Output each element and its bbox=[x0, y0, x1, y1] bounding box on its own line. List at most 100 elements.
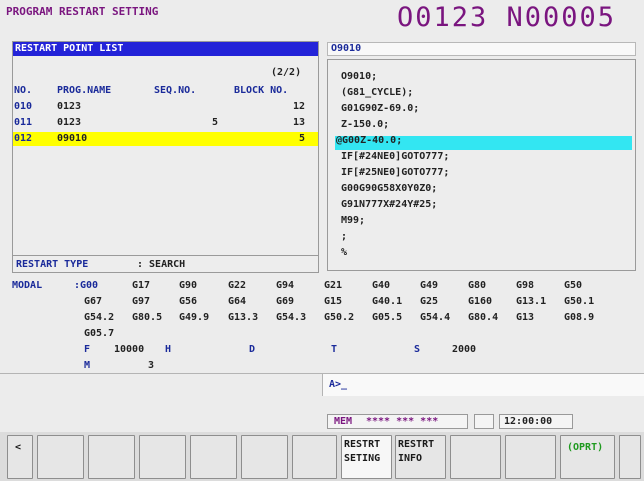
modal-code: G80.4 bbox=[468, 312, 499, 323]
restart-info-softkey[interactable]: RESTRT INFO bbox=[395, 435, 446, 479]
restart-point-list-header: RESTART POINT LIST bbox=[13, 42, 318, 56]
clock: 12:00:00 bbox=[504, 416, 553, 427]
modal-code: G49.9 bbox=[179, 312, 210, 323]
s-label: S bbox=[414, 344, 421, 355]
table-row[interactable]: 011 0123 5 13 bbox=[13, 116, 318, 130]
program-line: G01G90Z-69.0; bbox=[341, 103, 420, 114]
modal-code: G22 bbox=[228, 280, 247, 291]
modal-code: G50 bbox=[564, 280, 583, 291]
modal-code: G15 bbox=[324, 296, 343, 307]
modal-code: G50.1 bbox=[564, 296, 595, 307]
softkey-label-line2: SETING bbox=[344, 453, 381, 464]
modal-code: G54.4 bbox=[420, 312, 451, 323]
clock-field: 12:00:00 bbox=[499, 414, 573, 429]
status-bar: MEM **** *** *** bbox=[327, 414, 468, 429]
softkey-3[interactable] bbox=[139, 435, 186, 479]
status-stars: **** *** *** bbox=[366, 416, 439, 427]
modal-code: G54.2 bbox=[84, 312, 115, 323]
program-line: O9010; bbox=[341, 71, 378, 82]
screen-title: PROGRAM RESTART SETTING bbox=[6, 5, 159, 18]
divider bbox=[13, 255, 318, 256]
program-line-current: @G00Z-40.0; bbox=[336, 135, 403, 146]
program-header: O9010 bbox=[331, 43, 362, 54]
modal-code: G80.5 bbox=[132, 312, 163, 323]
row-seq-no: 5 bbox=[211, 117, 218, 128]
softkey-label-line1: RESTRT bbox=[398, 439, 435, 450]
table-row-selected[interactable]: 012 09010 5 bbox=[13, 132, 318, 146]
softkey-10[interactable] bbox=[505, 435, 556, 479]
modal-code: G90 bbox=[179, 280, 198, 291]
modal-label: MODAL bbox=[12, 280, 43, 291]
softkey-6[interactable] bbox=[292, 435, 337, 479]
program-number: O0123 N00005 bbox=[397, 2, 617, 33]
feed-value: 10000 bbox=[114, 344, 145, 355]
modal-code: G17 bbox=[132, 280, 151, 291]
row-block-no: 13 bbox=[292, 117, 305, 128]
input-prompt: A>_ bbox=[329, 379, 348, 390]
modal-code: G05.5 bbox=[372, 312, 403, 323]
col-no-header: NO. bbox=[14, 85, 33, 96]
softkey-5[interactable] bbox=[241, 435, 288, 479]
row-no: 010 bbox=[14, 101, 33, 112]
program-line: IF[#24NE0]GOTO777; bbox=[341, 151, 450, 162]
page-indicator: (2/2) bbox=[271, 67, 302, 78]
left-arrow-icon: < bbox=[15, 442, 22, 453]
program-line: Z-150.0; bbox=[341, 119, 390, 130]
softkey-4[interactable] bbox=[190, 435, 237, 479]
oprt-label: (OPRT) bbox=[567, 442, 604, 453]
modal-code: G40 bbox=[372, 280, 391, 291]
modal-code: G69 bbox=[276, 296, 295, 307]
row-no: 012 bbox=[14, 133, 33, 144]
modal-code: G50.2 bbox=[324, 312, 355, 323]
softkey-1[interactable] bbox=[37, 435, 84, 479]
restart-type-value: : SEARCH bbox=[137, 259, 186, 270]
softkey-right[interactable] bbox=[619, 435, 641, 479]
program-line: G00G90G58X0Y0Z0; bbox=[341, 183, 438, 194]
status-field bbox=[474, 414, 494, 429]
program-line: G91N777X#24Y#25; bbox=[341, 199, 438, 210]
program-line: M99; bbox=[341, 215, 366, 226]
row-prog-name: 09010 bbox=[57, 133, 88, 144]
modal-code: G13.1 bbox=[516, 296, 547, 307]
modal-code: G40.1 bbox=[372, 296, 403, 307]
program-header-bar: O9010 bbox=[327, 42, 636, 56]
col-prog-name-header: PROG.NAME bbox=[57, 85, 112, 96]
program-line: (G81_CYCLE); bbox=[341, 87, 414, 98]
modal-code: G64 bbox=[228, 296, 247, 307]
modal-code: G13 bbox=[516, 312, 535, 323]
oprt-softkey[interactable]: (OPRT) bbox=[560, 435, 615, 479]
spindle-value: 2000 bbox=[452, 344, 477, 355]
mode-indicator: MEM bbox=[334, 416, 353, 427]
modal-code: G98 bbox=[516, 280, 535, 291]
program-line: % bbox=[341, 247, 348, 258]
softkey-9[interactable] bbox=[450, 435, 501, 479]
col-block-no-header: BLOCK NO. bbox=[234, 85, 289, 96]
modal-code: G21 bbox=[324, 280, 343, 291]
restart-type-label: RESTART TYPE bbox=[16, 259, 89, 270]
row-prog-name: 0123 bbox=[57, 101, 82, 112]
row-block-no: 5 bbox=[298, 133, 305, 144]
modal-code: G08.9 bbox=[564, 312, 595, 323]
softkey-2[interactable] bbox=[88, 435, 135, 479]
program-line: ; bbox=[341, 231, 348, 242]
modal-code: G25 bbox=[420, 296, 439, 307]
modal-code: G67 bbox=[84, 296, 103, 307]
modal-code: G13.3 bbox=[228, 312, 259, 323]
key-input-buffer[interactable]: A>_ bbox=[322, 374, 644, 396]
restart-setting-softkey[interactable]: RESTRT SETING bbox=[341, 435, 392, 479]
modal-code: G05.7 bbox=[84, 328, 115, 339]
d-label: D bbox=[249, 344, 256, 355]
table-row[interactable]: 010 0123 12 bbox=[13, 100, 318, 114]
row-prog-name: 0123 bbox=[57, 117, 82, 128]
feed-label: F bbox=[84, 344, 91, 355]
row-block-no: 12 bbox=[292, 101, 305, 112]
program-line: IF[#25NE0]GOTO777; bbox=[341, 167, 450, 178]
h-label: H bbox=[165, 344, 172, 355]
program-listing[interactable]: O9010; (G81_CYCLE); G01G90Z-69.0; Z-150.… bbox=[336, 71, 450, 263]
col-seq-no-header: SEQ.NO. bbox=[154, 85, 197, 96]
m-value: 3 bbox=[148, 360, 155, 371]
softkey-label-line1: RESTRT bbox=[344, 439, 381, 450]
t-label: T bbox=[331, 344, 338, 355]
modal-code: G56 bbox=[179, 296, 198, 307]
softkey-left-arrow[interactable]: < bbox=[7, 435, 33, 479]
